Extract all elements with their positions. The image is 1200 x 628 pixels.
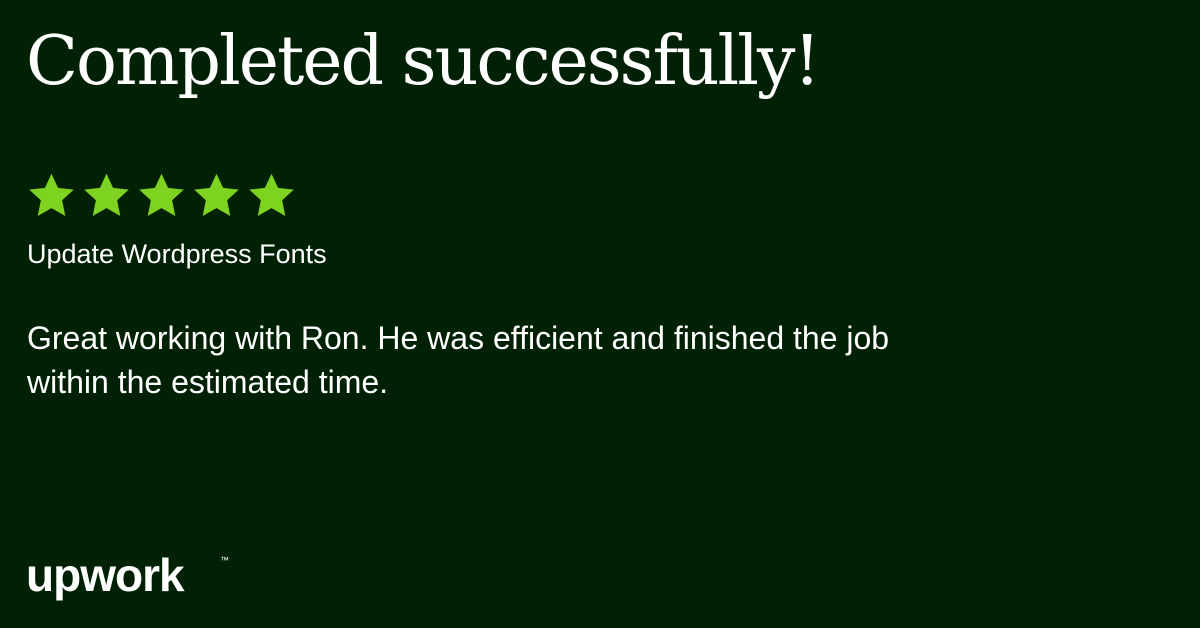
star-icon [136, 169, 187, 223]
star-icon [81, 169, 132, 223]
star-icon [26, 169, 77, 223]
review-card: Completed successfully! Update Wordpress… [0, 0, 1200, 628]
star-icon [246, 169, 297, 223]
star-icon [191, 169, 242, 223]
star-rating [26, 169, 297, 223]
logo-wordmark: upwork [26, 551, 185, 601]
review-text: Great working with Ron. He was efficient… [27, 320, 890, 400]
trademark-symbol: ™ [220, 555, 229, 565]
headline: Completed successfully! [26, 22, 821, 101]
job-title: Update Wordpress Fonts [27, 239, 327, 269]
upwork-logo: upwork ™ [26, 551, 232, 611]
